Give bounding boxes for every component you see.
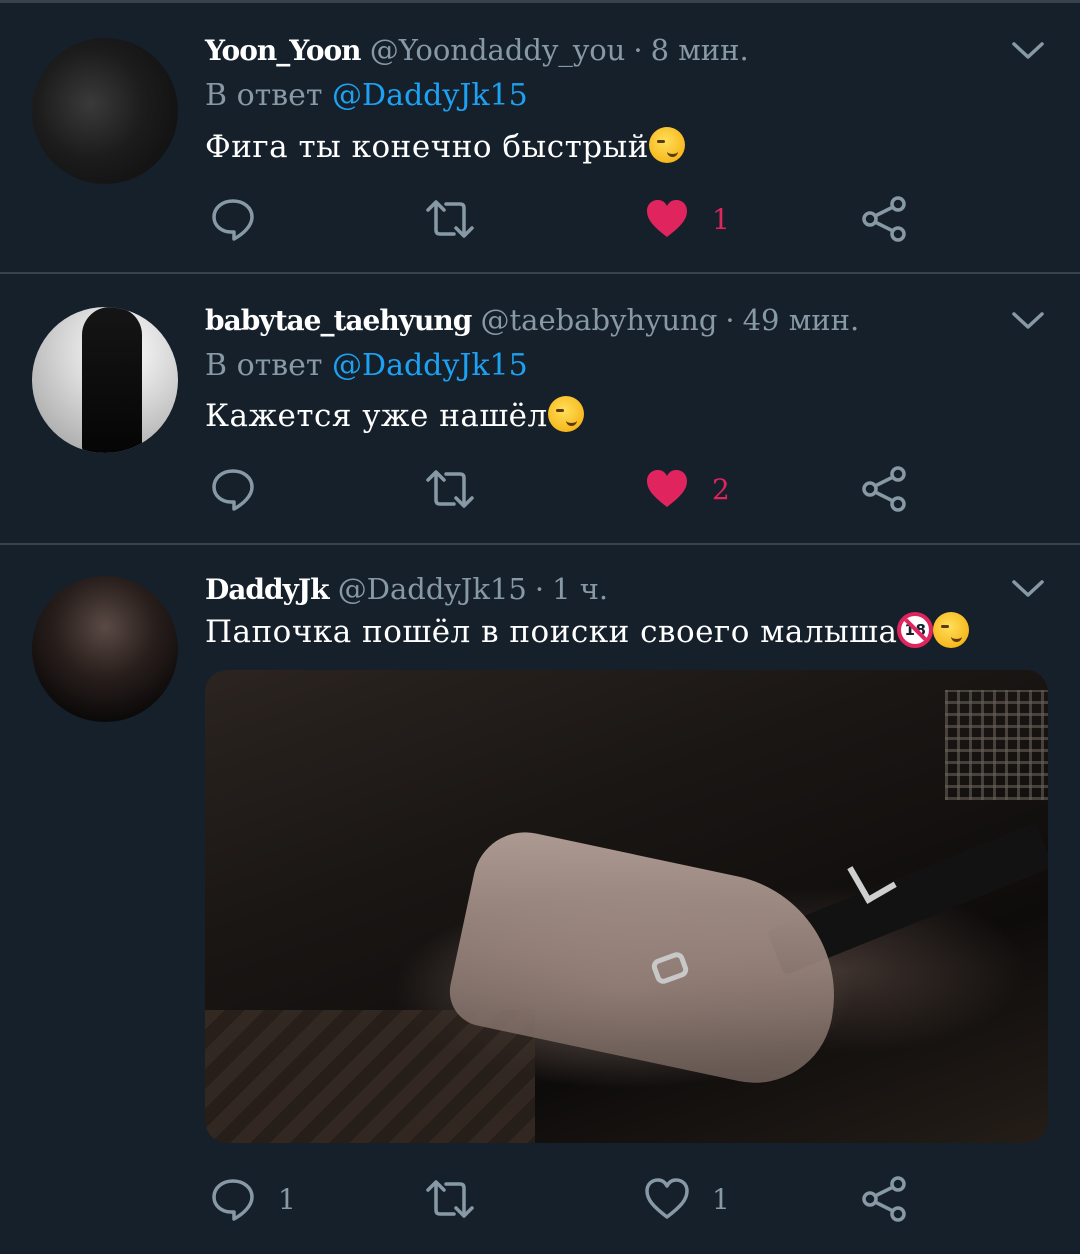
heart-icon [645,1178,689,1219]
share-button[interactable] [860,1174,908,1224]
action-bar: 1 1 [0,1174,1080,1224]
photo-floor [205,1010,535,1143]
no-one-under-eighteen-emoji: 18 [897,612,934,648]
avatar[interactable] [32,576,178,722]
display-name[interactable]: DaddyJk [205,573,329,606]
tweet-header: DaddyJk @DaddyJk15 · 1 ч. [205,567,608,611]
reply-button[interactable]: 1 [210,1174,296,1224]
like-button[interactable]: 1 [644,1174,730,1224]
user-handle[interactable]: @DaddyJk15 [338,572,527,606]
retweet-icon [426,1180,474,1218]
reply-bubble-icon [212,1179,254,1221]
tweet-text-body: Папочка пошёл в поиски своего малыша [205,614,898,650]
tweet[interactable]: DaddyJk @DaddyJk15 · 1 ч. Папочка пошёл в … [0,0,1080,1254]
like-count: 1 [712,1182,730,1216]
smirking-face-emoji [933,612,970,648]
photo-grille [945,690,1048,800]
separator-dot: · [534,572,545,606]
tweet-feed: Yoon_Yoon @Yoondaddy_you · 8 мин. В ответ … [0,0,1080,1254]
retweet-button[interactable] [424,1174,498,1224]
chevron-down-icon[interactable] [1008,574,1048,602]
share-icon [862,1176,906,1222]
reply-count: 1 [278,1182,296,1216]
tweet-text: Папочка пошёл в поиски своего малыша 18 [205,610,970,654]
tweet-media-photo[interactable] [205,670,1048,1143]
timestamp[interactable]: 1 ч. [552,572,608,606]
